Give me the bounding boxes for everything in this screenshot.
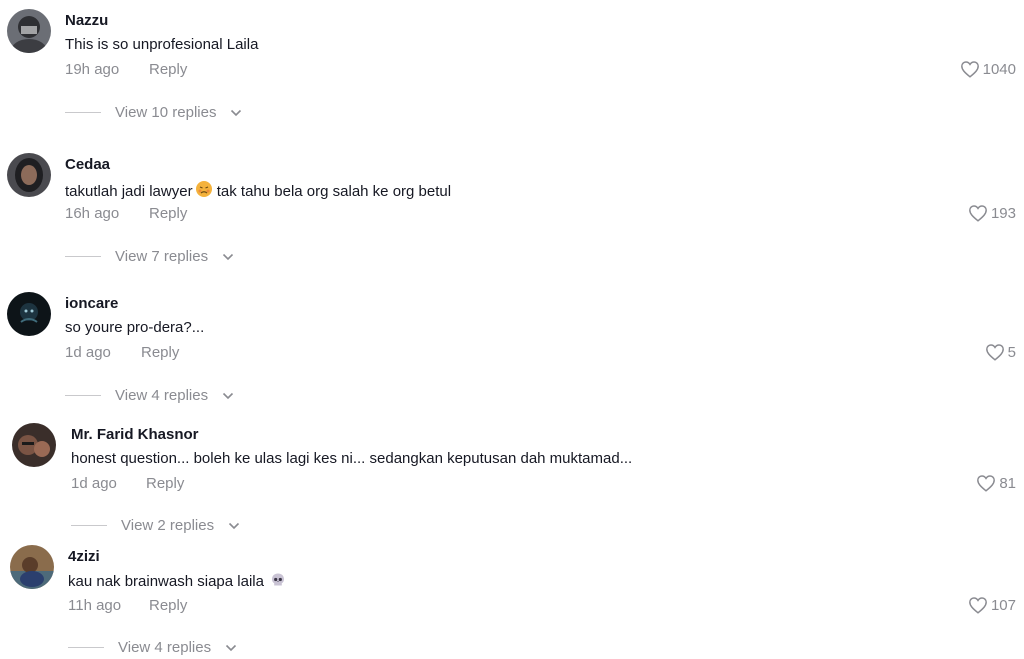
comment-text: kau nak brainwash siapa laila bbox=[68, 572, 286, 592]
comment-timestamp: 19h ago bbox=[65, 61, 120, 78]
view-replies-button[interactable]: View 10 replies bbox=[65, 104, 242, 121]
disappointed-face-emoji bbox=[195, 180, 213, 202]
divider bbox=[65, 112, 101, 113]
comment-item: Mr. Farid Khasnor honest question... bol… bbox=[0, 414, 1024, 544]
like-count: 1040 bbox=[982, 60, 1016, 78]
comment-text-part: kau nak brainwash siapa laila bbox=[68, 573, 264, 590]
view-replies-label: View 7 replies bbox=[115, 248, 209, 265]
comment-item: Nazzu This is so unprofesional Laila 19h… bbox=[0, 0, 1024, 130]
comment-username[interactable]: Cedaa bbox=[65, 156, 110, 173]
reply-button[interactable]: Reply bbox=[149, 61, 187, 78]
heart-outline-icon bbox=[976, 474, 996, 492]
comment-timestamp: 1d ago bbox=[71, 475, 117, 492]
view-replies-label: View 4 replies bbox=[118, 639, 212, 656]
view-replies-label: View 2 replies bbox=[121, 517, 215, 534]
like-count: 81 bbox=[999, 474, 1016, 492]
view-replies-button[interactable]: View 2 replies bbox=[71, 517, 240, 534]
comment-text-part: takutlah jadi lawyer bbox=[65, 183, 193, 200]
like-button[interactable]: 5 bbox=[985, 343, 1016, 361]
heart-outline-icon bbox=[968, 204, 988, 222]
comment-username[interactable]: Nazzu bbox=[65, 12, 108, 29]
comment-username[interactable]: Mr. Farid Khasnor bbox=[71, 426, 199, 443]
reply-button[interactable]: Reply bbox=[146, 475, 184, 492]
reply-button[interactable]: Reply bbox=[149, 205, 187, 222]
comment-text: honest question... boleh ke ulas lagi ke… bbox=[71, 450, 633, 467]
skull-emoji bbox=[270, 572, 286, 592]
view-replies-button[interactable]: View 4 replies bbox=[68, 639, 237, 656]
view-replies-label: View 4 replies bbox=[115, 387, 209, 404]
comment-item: 4zizi kau nak brainwash siapa laila 11h … bbox=[0, 536, 1024, 659]
chevron-down-icon bbox=[222, 253, 234, 261]
reply-button[interactable]: Reply bbox=[149, 597, 187, 614]
comment-text: This is so unprofesional Laila bbox=[65, 36, 259, 53]
like-button[interactable]: 107 bbox=[968, 596, 1016, 614]
comment-timestamp: 1d ago bbox=[65, 344, 111, 361]
like-count: 193 bbox=[990, 204, 1016, 222]
avatar[interactable] bbox=[7, 9, 51, 53]
divider bbox=[65, 256, 101, 257]
like-button[interactable]: 1040 bbox=[960, 60, 1016, 78]
avatar[interactable] bbox=[12, 423, 56, 467]
view-replies-button[interactable]: View 4 replies bbox=[65, 387, 234, 404]
chevron-down-icon bbox=[228, 522, 240, 530]
divider bbox=[68, 647, 104, 648]
chevron-down-icon bbox=[230, 109, 242, 117]
like-count: 107 bbox=[990, 596, 1016, 614]
chevron-down-icon bbox=[225, 644, 237, 652]
comment-text-part: tak tahu bela org salah ke org betul bbox=[212, 183, 452, 200]
divider bbox=[65, 395, 101, 396]
like-button[interactable]: 81 bbox=[976, 474, 1016, 492]
heart-outline-icon bbox=[985, 343, 1005, 361]
comment-username[interactable]: ioncare bbox=[65, 295, 118, 312]
heart-outline-icon bbox=[968, 596, 988, 614]
avatar[interactable] bbox=[7, 153, 51, 197]
avatar[interactable] bbox=[7, 292, 51, 336]
chevron-down-icon bbox=[222, 392, 234, 400]
divider bbox=[71, 525, 107, 526]
view-replies-label: View 10 replies bbox=[115, 104, 217, 121]
avatar[interactable] bbox=[10, 545, 54, 589]
comment-item: ioncare so youre pro-dera?... 1d ago Rep… bbox=[0, 284, 1024, 414]
like-button[interactable]: 193 bbox=[968, 204, 1016, 222]
reply-button[interactable]: Reply bbox=[141, 344, 179, 361]
comment-item: Cedaa takutlah jadi lawyer tak tahu bela… bbox=[0, 144, 1024, 274]
comment-username[interactable]: 4zizi bbox=[68, 548, 100, 565]
comment-timestamp: 16h ago bbox=[65, 205, 120, 222]
comment-timestamp: 11h ago bbox=[68, 597, 122, 614]
like-count: 5 bbox=[1007, 343, 1016, 361]
comment-text: takutlah jadi lawyer tak tahu bela org s… bbox=[65, 180, 451, 202]
heart-outline-icon bbox=[960, 60, 980, 78]
view-replies-button[interactable]: View 7 replies bbox=[65, 248, 234, 265]
comment-text: so youre pro-dera?... bbox=[65, 319, 205, 336]
